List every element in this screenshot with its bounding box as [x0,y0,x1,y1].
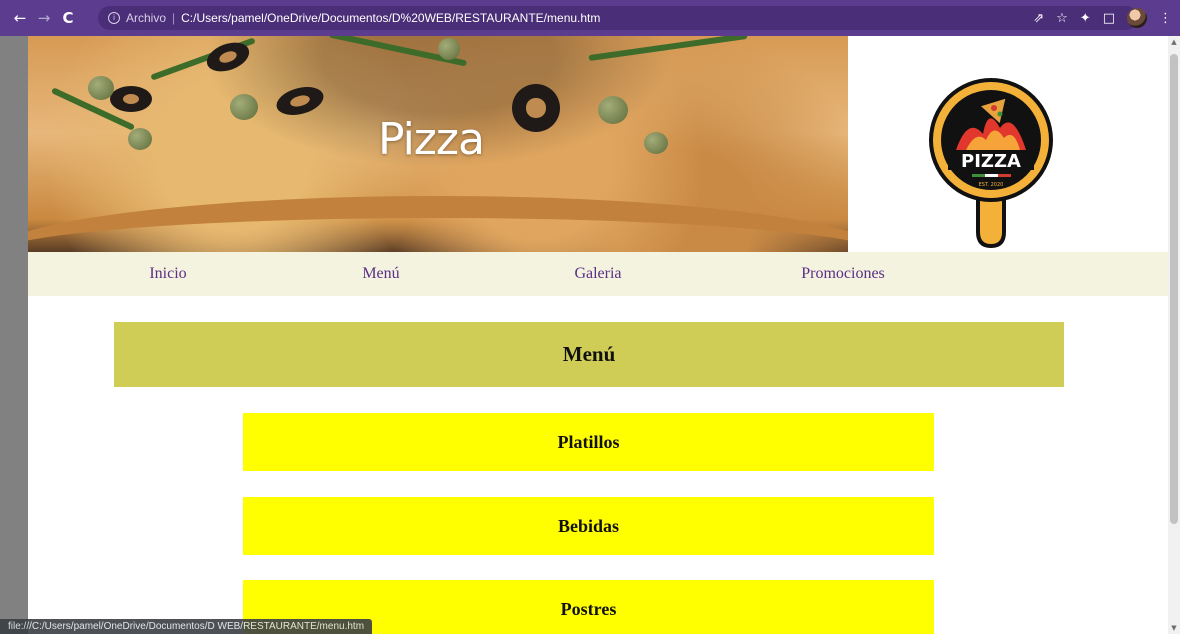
arugula-leaf [588,36,748,62]
category-button-bebidas[interactable]: Bebidas [243,497,934,555]
scroll-up-icon[interactable]: ▲ [1168,38,1180,46]
star-icon[interactable]: ☆ [1056,11,1068,26]
olive [273,82,327,120]
sidepanel-icon[interactable]: □ [1103,11,1115,26]
share-icon[interactable]: ⇗ [1033,11,1044,26]
scroll-thumb[interactable] [1170,54,1178,524]
status-bar-url: file:///C:/Users/pamel/OneDrive/Document… [0,619,373,634]
nav-link-menu[interactable]: Menú [341,265,421,283]
forward-icon[interactable]: → [32,9,56,27]
logo-text: PIZZA [961,151,1021,172]
caper [88,76,114,100]
vertical-scrollbar[interactable]: ▲ ▼ [1168,36,1180,634]
caper [128,128,152,150]
address-bar[interactable]: i Archivo | C:/Users/pamel/OneDrive/Docu… [98,6,1138,30]
nav-link-galeria[interactable]: Galeria [558,265,638,283]
caper [644,132,668,154]
scheme-label: Archivo [126,11,167,25]
menu-icon[interactable]: ⋮ [1159,11,1172,26]
back-icon[interactable]: ← [8,9,32,27]
banner-title: Pizza [378,114,485,165]
url-text[interactable]: C:/Users/pamel/OneDrive/Documentos/D%20W… [181,11,600,25]
pizza-crust [28,196,848,252]
section-title: Menú [114,322,1064,387]
extensions-icon[interactable]: ✦ [1080,11,1091,26]
scroll-down-icon[interactable]: ▼ [1168,624,1180,632]
category-button-platillos[interactable]: Platillos [243,413,934,471]
nav-link-promociones[interactable]: Promociones [773,265,913,283]
olive [110,86,152,112]
logo-est: EST. 2020 [979,182,1004,188]
info-icon[interactable]: i [108,12,120,24]
nav-link-inicio[interactable]: Inicio [128,265,208,283]
main-nav: Inicio Menú Galeria Promociones [28,252,1168,296]
toolbar-icons: ⇗ ☆ ✦ □ ⋮ [1033,8,1172,28]
pizza-banner-image: Pizza [28,36,848,252]
pizza-logo: PIZZA EST. 2020 [929,78,1053,248]
separator: | [172,11,176,25]
page-gutter [0,36,28,634]
browser-toolbar: ← → C i Archivo | C:/Users/pamel/OneDriv… [0,0,1180,36]
viewport: Pizza PIZZA EST. 2020 Inicio Menú Galeri… [0,36,1180,634]
reload-icon[interactable]: C [56,9,80,27]
caper [438,38,460,60]
caper [598,96,628,124]
caper [230,94,258,120]
olive [512,84,560,132]
profile-avatar[interactable] [1127,8,1147,28]
page: Pizza PIZZA EST. 2020 Inicio Menú Galeri… [28,36,1168,634]
